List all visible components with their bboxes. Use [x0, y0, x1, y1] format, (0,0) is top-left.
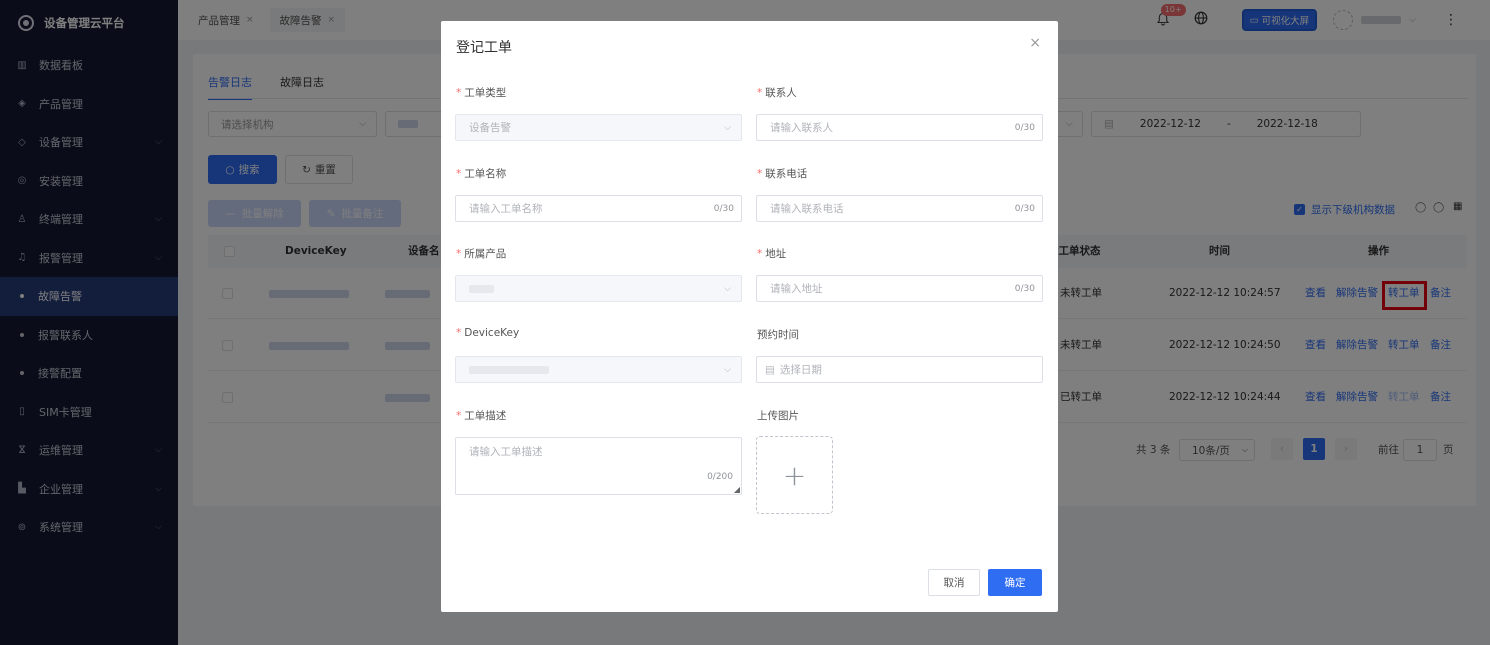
devicekey-select[interactable]: ⌵	[455, 356, 742, 383]
redacted-devicekey	[469, 365, 549, 374]
close-icon[interactable]: ×	[1029, 35, 1041, 51]
register-work-order-dialog: 登记工单 × * 工单类型 设备告警 ⌵ * 联系人 请输入联系人 0/30 * 工单…	[441, 21, 1058, 612]
date-placeholder: 选择日期	[779, 364, 822, 376]
address-input[interactable]: 请输入地址 0/30	[756, 275, 1043, 302]
label-text: 联系电话	[765, 168, 808, 180]
label-text: DeviceKey	[464, 327, 520, 339]
label-phone: * 联系电话	[757, 168, 808, 180]
label-work-order-name: * 工单名称	[456, 168, 507, 180]
label-text: 预约时间	[757, 329, 799, 341]
chevron-down-icon: ⌵	[724, 364, 731, 375]
calendar-icon: ▤	[765, 363, 775, 376]
label-text: 工单类型	[464, 87, 507, 99]
label-text: 工单名称	[464, 168, 507, 180]
dialog-title: 登记工单	[456, 40, 512, 56]
char-count: 0/30	[1014, 203, 1035, 214]
label-text: 地址	[765, 248, 787, 260]
description-textarea[interactable]: 请输入工单描述 0/200 ◢	[455, 437, 742, 495]
phone-input[interactable]: 请输入联系电话 0/30	[756, 195, 1043, 222]
label-contact: * 联系人	[757, 87, 797, 99]
cancel-button[interactable]: 取消	[928, 569, 980, 596]
label-text: 所属产品	[464, 248, 507, 260]
label-description: * 工单描述	[456, 410, 507, 422]
work-order-type-value: 设备告警	[469, 122, 511, 134]
char-count: 0/30	[1014, 283, 1035, 294]
phone-placeholder: 请输入联系电话	[770, 203, 844, 215]
char-count: 0/30	[1014, 122, 1035, 133]
contact-input[interactable]: 请输入联系人 0/30	[756, 114, 1043, 141]
work-order-name-input[interactable]: 请输入工单名称 0/30	[455, 195, 742, 222]
upload-image-button[interactable]: +	[756, 436, 833, 514]
label-work-order-type: * 工单类型	[456, 87, 507, 99]
label-text: 上传图片	[757, 410, 799, 422]
label-appointment: 预约时间	[757, 327, 799, 342]
chevron-down-icon: ⌵	[724, 283, 731, 294]
product-select[interactable]: ⌵	[455, 275, 742, 302]
description-placeholder: 请输入工单描述	[469, 446, 543, 458]
plus-icon: +	[782, 458, 807, 492]
address-placeholder: 请输入地址	[770, 283, 823, 295]
label-text: 联系人	[765, 87, 797, 99]
label-text: 工单描述	[464, 410, 507, 422]
chevron-down-icon: ⌵	[724, 122, 731, 133]
label-upload: 上传图片	[757, 408, 799, 423]
contact-placeholder: 请输入联系人	[770, 122, 833, 134]
label-product: * 所属产品	[456, 248, 507, 260]
work-order-type-select[interactable]: 设备告警 ⌵	[455, 114, 742, 141]
work-order-name-placeholder: 请输入工单名称	[469, 203, 543, 215]
char-count: 0/30	[713, 203, 734, 214]
confirm-button[interactable]: 确定	[988, 569, 1042, 596]
label-address: * 地址	[757, 248, 787, 260]
appointment-date-picker[interactable]: ▤ 选择日期	[756, 356, 1043, 383]
label-devicekey: * DeviceKey	[456, 327, 520, 339]
char-count: 0/200	[707, 472, 733, 482]
resize-handle-icon[interactable]: ◢	[734, 485, 740, 494]
redacted-product	[469, 284, 494, 293]
